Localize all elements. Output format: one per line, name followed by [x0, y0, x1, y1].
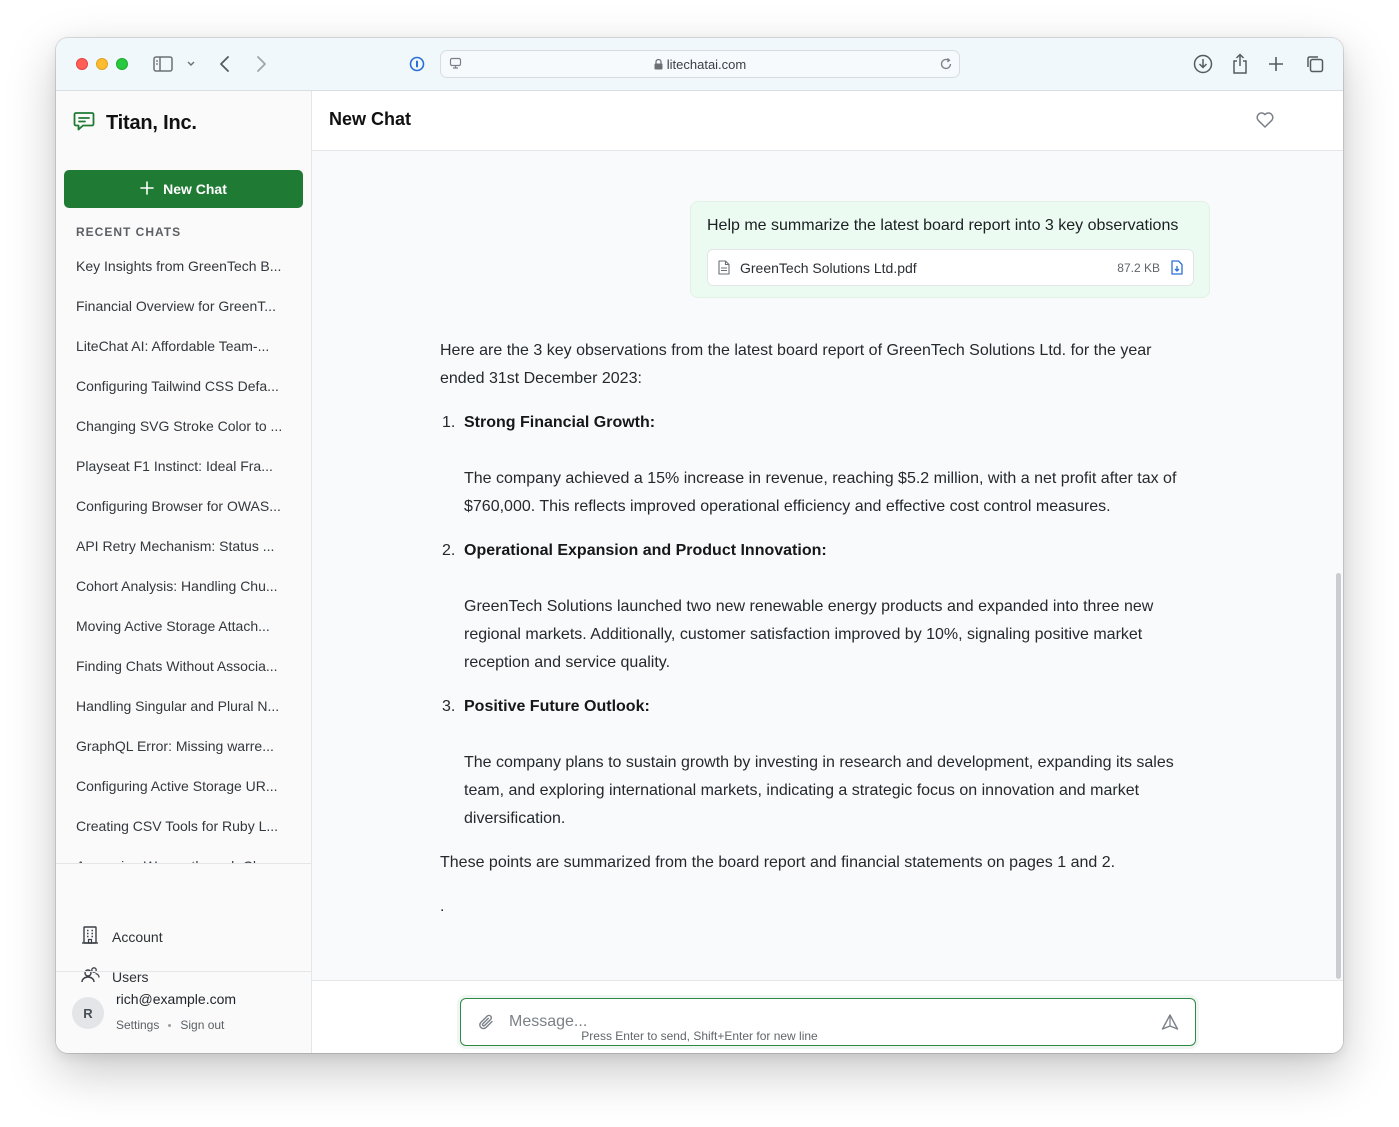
reply-intro: Here are the 3 key observations from the…	[440, 342, 1152, 387]
attachment-card[interactable]: GreenTech Solutions Ltd.pdf 87.2 KB	[707, 249, 1194, 286]
user-message-bubble: Help me summarize the latest board repor…	[690, 201, 1210, 298]
chevron-down-icon[interactable]	[186, 52, 196, 76]
recent-chat-item[interactable]: Key Insights from GreenTech B...	[56, 246, 311, 286]
recent-chat-item[interactable]: Accessing Wagon through Ch...	[56, 846, 311, 863]
user-email: rich@example.com	[116, 991, 237, 1007]
tab-overview-icon[interactable]	[1305, 52, 1325, 76]
forward-icon[interactable]	[254, 52, 268, 76]
attachment-name: GreenTech Solutions Ltd.pdf	[740, 260, 917, 276]
sidebar-toggle-icon[interactable]	[153, 52, 173, 76]
new-chat-button[interactable]: New Chat	[64, 170, 303, 208]
recent-chat-item[interactable]: API Retry Mechanism: Status ...	[56, 526, 311, 566]
observation-number: 2.	[442, 542, 456, 559]
recent-chat-item[interactable]: Finding Chats Without Associa...	[56, 646, 311, 686]
separator-dot	[168, 1023, 172, 1027]
browser-window: litechatai.com Titan, Inc. New Chat RECE…	[56, 38, 1343, 1053]
reload-icon[interactable]	[939, 57, 953, 76]
recent-chat-item[interactable]: Configuring Tailwind CSS Defa...	[56, 366, 311, 406]
reply-tail: .	[440, 898, 445, 915]
url-text: litechatai.com	[666, 57, 747, 72]
chat-header: New Chat	[312, 91, 1343, 151]
recent-chat-item[interactable]: Changing SVG Stroke Color to ...	[56, 406, 311, 446]
reply-outro: These points are summarized from the boa…	[440, 854, 1116, 871]
brand[interactable]: Titan, Inc.	[72, 109, 197, 138]
sidebar-divider	[56, 863, 311, 864]
chat-logo-icon	[72, 109, 96, 138]
recent-chat-item[interactable]: Creating CSV Tools for Ruby L...	[56, 806, 311, 846]
observation-heading: Strong Financial Growth:	[464, 414, 656, 431]
minimize-window-button[interactable]	[96, 58, 108, 70]
password-manager-icon[interactable]	[409, 52, 425, 76]
recent-chats-list: Key Insights from GreenTech B... Financi…	[56, 246, 311, 863]
recent-chat-item[interactable]: Configuring Browser for OWAS...	[56, 486, 311, 526]
user-message-text: Help me summarize the latest board repor…	[707, 217, 1179, 234]
new-chat-label: New Chat	[163, 181, 227, 197]
sidebar-item-users[interactable]: Users	[80, 965, 149, 988]
plus-icon	[140, 180, 154, 198]
observation-body: The company achieved a 15% increase in r…	[464, 470, 1177, 515]
heart-icon[interactable]	[1255, 111, 1275, 129]
sidebar-divider	[56, 971, 311, 972]
url-display: litechatai.com	[441, 57, 959, 72]
recent-chat-item[interactable]: Playseat F1 Instinct: Ideal Fra...	[56, 446, 311, 486]
observation-list: 1. Strong Financial Growth: The company …	[440, 409, 1200, 833]
observation-item: 1. Strong Financial Growth: The company …	[440, 409, 1200, 521]
file-download-icon[interactable]	[1171, 260, 1183, 280]
share-icon[interactable]	[1231, 52, 1249, 76]
recent-chat-item[interactable]: Moving Active Storage Attach...	[56, 606, 311, 646]
chat-main: New Chat Help me summarize the latest bo…	[312, 91, 1343, 1053]
observation-number: 3.	[442, 698, 456, 715]
downloads-icon[interactable]	[1193, 52, 1213, 76]
sidebar-item-account[interactable]: Account	[80, 925, 163, 948]
file-icon	[718, 260, 730, 280]
observation-number: 1.	[442, 414, 456, 431]
browser-toolbar: litechatai.com	[56, 38, 1343, 91]
observation-body: GreenTech Solutions launched two new ren…	[464, 598, 1154, 671]
address-bar[interactable]: litechatai.com	[440, 50, 960, 78]
attachment-size: 87.2 KB	[1117, 261, 1160, 275]
chat-scrollbar[interactable]	[1336, 573, 1341, 979]
close-window-button[interactable]	[76, 58, 88, 70]
recent-chat-item[interactable]: Handling Singular and Plural N...	[56, 686, 311, 726]
zoom-window-button[interactable]	[116, 58, 128, 70]
observation-heading: Operational Expansion and Product Innova…	[464, 542, 827, 559]
chat-title: New Chat	[329, 109, 412, 129]
recent-chats-heading: RECENT CHATS	[76, 225, 182, 239]
building-icon	[80, 925, 100, 948]
composer-hint: Press Enter to send, Shift+Enter for new…	[581, 1029, 818, 1043]
users-icon	[80, 965, 100, 988]
recent-chat-item[interactable]: Configuring Active Storage UR...	[56, 766, 311, 806]
observation-body: The company plans to sustain growth by i…	[464, 754, 1174, 827]
recent-chat-item[interactable]: LiteChat AI: Affordable Team-...	[56, 326, 311, 366]
new-tab-icon[interactable]	[1268, 52, 1284, 76]
observation-item: 3. Positive Future Outlook: The company …	[440, 693, 1200, 833]
recent-chat-item[interactable]: GraphQL Error: Missing warre...	[56, 726, 311, 766]
org-name: Titan, Inc.	[106, 112, 197, 134]
sidebar: Titan, Inc. New Chat RECENT CHATS Key In…	[56, 91, 312, 1053]
observation-heading: Positive Future Outlook:	[464, 698, 650, 715]
lock-icon	[654, 57, 667, 72]
recent-chat-item[interactable]: Financial Overview for GreenT...	[56, 286, 311, 326]
avatar: R	[72, 997, 104, 1029]
account-label: Account	[112, 928, 163, 945]
observation-item: 2. Operational Expansion and Product Inn…	[440, 537, 1200, 677]
assistant-reply: Here are the 3 key observations from the…	[440, 337, 1200, 921]
back-icon[interactable]	[218, 52, 232, 76]
recent-chat-item[interactable]: Cohort Analysis: Handling Chu...	[56, 566, 311, 606]
